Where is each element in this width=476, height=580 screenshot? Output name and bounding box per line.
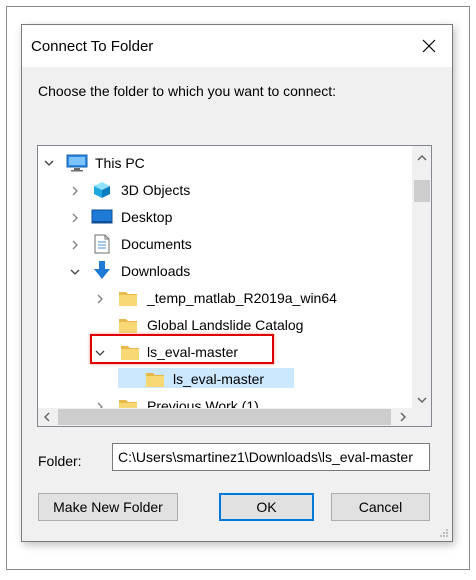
tree-item-documents[interactable]: Documents: [121, 236, 192, 252]
scroll-right-icon[interactable]: [399, 412, 407, 422]
folder-tree[interactable]: This PC 3D Objects Desktop Documents Dow…: [37, 145, 432, 427]
scroll-up-icon[interactable]: [417, 154, 427, 162]
chevron-right-icon[interactable]: [70, 213, 80, 223]
tree-item-downloads[interactable]: Downloads: [121, 263, 190, 279]
instruction-text: Choose the folder to which you want to c…: [38, 83, 337, 99]
folder-path-field[interactable]: C:\Users\smartinez1\Downloads\ls_eval-ma…: [112, 443, 430, 471]
folder-icon: [119, 319, 137, 333]
scroll-left-icon[interactable]: [43, 412, 51, 422]
title-bar: Connect To Folder: [22, 25, 452, 67]
resize-grip-icon[interactable]: [439, 528, 449, 538]
chevron-down-icon[interactable]: [70, 267, 80, 277]
tree-item-this-pc[interactable]: This PC: [95, 155, 145, 171]
tree-item-ls-eval-master-child[interactable]: ls_eval-master: [173, 371, 264, 387]
tree-item-global-landslide-catalog[interactable]: Global Landslide Catalog: [147, 317, 303, 333]
make-new-folder-button[interactable]: Make New Folder: [38, 493, 178, 521]
vertical-scrollbar[interactable]: [412, 146, 431, 410]
folder-icon: [146, 373, 164, 387]
pc-icon: [66, 154, 88, 172]
chevron-right-icon[interactable]: [70, 186, 80, 196]
3d-objects-icon: [94, 182, 110, 198]
horizontal-scrollbar[interactable]: [38, 408, 431, 426]
chevron-right-icon[interactable]: [95, 294, 105, 304]
close-icon: [422, 39, 436, 53]
close-button[interactable]: [406, 25, 452, 67]
connect-to-folder-dialog: Connect To Folder Choose the folder to w…: [21, 24, 453, 542]
annotation-highlight-box: [90, 334, 274, 364]
horizontal-scroll-thumb[interactable]: [58, 409, 391, 425]
vertical-scroll-thumb[interactable]: [414, 180, 430, 202]
dialog-title: Connect To Folder: [31, 38, 154, 55]
ok-button[interactable]: OK: [219, 493, 314, 521]
scroll-down-icon[interactable]: [417, 396, 427, 404]
tree-item-3d-objects[interactable]: 3D Objects: [121, 182, 190, 198]
chevron-right-icon[interactable]: [70, 240, 80, 250]
tree-item-desktop[interactable]: Desktop: [121, 209, 172, 225]
chevron-down-icon[interactable]: [44, 158, 54, 168]
downloads-icon: [94, 261, 110, 279]
cancel-button[interactable]: Cancel: [331, 493, 430, 521]
folder-label: Folder:: [38, 453, 82, 469]
folder-icon: [119, 292, 137, 306]
documents-icon: [94, 234, 110, 254]
desktop-icon: [91, 209, 113, 224]
tree-item-temp-matlab[interactable]: _temp_matlab_R2019a_win64: [147, 290, 337, 306]
